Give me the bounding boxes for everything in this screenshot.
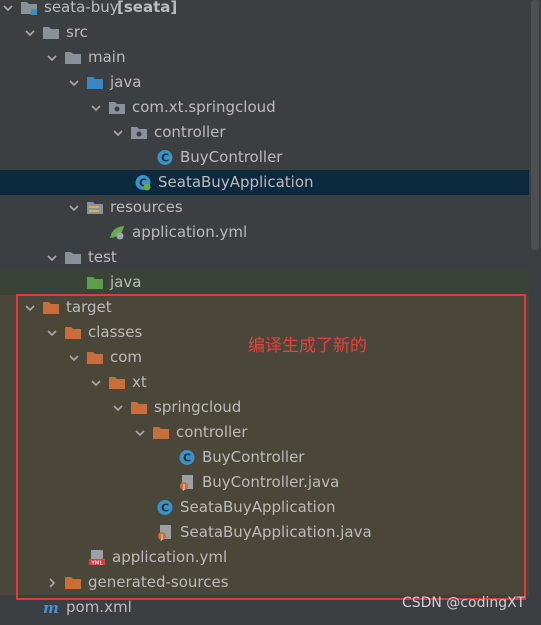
tree-row[interactable]: java (0, 270, 529, 295)
tree-row[interactable]: C BuyController (0, 145, 529, 170)
resources-folder-icon (86, 199, 104, 216)
folder-icon (42, 24, 60, 41)
tree-row[interactable]: controller (0, 420, 529, 445)
excluded-folder-icon (86, 349, 104, 366)
module-name-suffix: [seata] (117, 0, 178, 16)
svg-text:C: C (161, 152, 169, 165)
excluded-folder-icon (64, 574, 82, 591)
tree-item-label: application.yml (132, 223, 248, 241)
excluded-folder-icon (64, 324, 82, 341)
tree-row[interactable]: C SeataBuyApplication (0, 495, 529, 520)
tree-row[interactable]: resources (0, 195, 529, 220)
tree-row[interactable]: J SeataBuyApplication.java (0, 520, 529, 545)
folder-icon (64, 249, 82, 266)
scrollbar-thumb[interactable] (531, 0, 539, 250)
chevron-down-icon[interactable] (90, 377, 102, 389)
tree-item-label: main (88, 48, 126, 66)
class-icon: C (178, 449, 196, 466)
tree-row[interactable]: src (0, 20, 529, 45)
tree-row[interactable]: test (0, 245, 529, 270)
watermark: CSDN @codingXT (401, 595, 525, 611)
tree-row[interactable]: generated-sources (0, 570, 529, 595)
tree-item-label: BuyController (180, 148, 283, 166)
tree-row[interactable]: com.xt.springcloud (0, 95, 529, 120)
tree-row[interactable]: C BuyController (0, 445, 529, 470)
chevron-right-icon[interactable] (46, 577, 58, 589)
chevron-down-icon[interactable] (46, 327, 58, 339)
chevron-down-icon[interactable] (112, 402, 124, 414)
tree-item-label: controller (176, 423, 248, 441)
tree-row[interactable]: target (0, 295, 529, 320)
svg-text:C: C (161, 502, 169, 515)
chevron-down-icon[interactable] (46, 252, 58, 264)
test-source-folder-icon (86, 274, 104, 291)
tree-item-label: resources (110, 198, 183, 216)
tree-item-label: java (110, 73, 142, 91)
package-icon (108, 99, 126, 116)
tree-item-label: application.yml (112, 548, 228, 566)
tree-item-label: SeataBuyApplication (158, 173, 314, 191)
annotation-text: 编译生成了新的 (248, 336, 367, 356)
class-icon: C (156, 149, 174, 166)
maven-icon: m (42, 599, 60, 617)
tree-row[interactable]: seata-buy [seata] (0, 0, 529, 20)
chevron-down-icon[interactable] (134, 427, 146, 439)
tree-item-label: generated-sources (88, 573, 229, 591)
tree-item-label: classes (88, 323, 143, 341)
tree-item-label: pom.xml (66, 598, 132, 616)
tree-item-label: src (66, 23, 88, 41)
tree-item-label: xt (132, 373, 147, 391)
tree-row[interactable]: springcloud (0, 395, 529, 420)
chevron-down-icon[interactable] (46, 52, 58, 64)
chevron-down-icon[interactable] (68, 77, 80, 89)
yml-file-icon: YML (88, 549, 106, 567)
spring-boot-class-icon: C (134, 174, 152, 191)
tree-item-label: BuyController.java (202, 473, 340, 491)
tree-item-label: springcloud (154, 398, 242, 416)
tree-row[interactable]: main (0, 45, 529, 70)
chevron-down-icon[interactable] (68, 352, 80, 364)
tree-row[interactable]: java (0, 70, 529, 95)
class-icon: C (156, 499, 174, 516)
tree-row[interactable]: C SeataBuyApplication (0, 170, 529, 195)
tree-item-label: java (110, 273, 142, 291)
source-folder-icon (86, 74, 104, 91)
module-folder-icon (20, 0, 38, 16)
tree-item-label: BuyController (202, 448, 305, 466)
java-file-icon: J (156, 524, 174, 541)
tree-row[interactable]: application.yml (0, 220, 529, 245)
chevron-down-icon[interactable] (112, 127, 124, 139)
tree-item-label: controller (154, 123, 226, 141)
chevron-down-icon[interactable] (90, 102, 102, 114)
excluded-folder-icon (108, 374, 126, 391)
chevron-down-icon[interactable] (68, 202, 80, 214)
folder-icon (64, 49, 82, 66)
chevron-down-icon[interactable] (24, 27, 36, 39)
chevron-down-icon[interactable] (2, 2, 14, 14)
excluded-folder-icon (130, 399, 148, 416)
spring-config-icon (108, 224, 126, 241)
chevron-down-icon[interactable] (24, 302, 36, 314)
svg-text:C: C (183, 452, 191, 465)
tree-item-label: com (110, 348, 143, 366)
tree-row[interactable]: YML application.yml (0, 545, 529, 570)
svg-text:J: J (182, 483, 185, 491)
scrollbar[interactable] (529, 0, 541, 625)
tree-row[interactable]: xt (0, 370, 529, 395)
tree-item-label: test (88, 248, 117, 266)
excluded-folder-icon (42, 299, 60, 316)
tree-item-label: SeataBuyApplication (180, 498, 336, 516)
svg-text:J: J (160, 533, 163, 541)
tree-item-label: seata-buy (44, 0, 119, 16)
java-file-icon: J (178, 474, 196, 491)
svg-text:YML: YML (90, 561, 103, 567)
tree-item-label: SeataBuyApplication.java (180, 523, 372, 541)
package-icon (130, 124, 148, 141)
svg-text:m: m (43, 599, 59, 616)
tree-row[interactable]: controller (0, 120, 529, 145)
tree-row[interactable]: J BuyController.java (0, 470, 529, 495)
tree-item-label: target (66, 298, 112, 316)
excluded-folder-icon (152, 424, 170, 441)
tree-item-label: com.xt.springcloud (132, 98, 276, 116)
